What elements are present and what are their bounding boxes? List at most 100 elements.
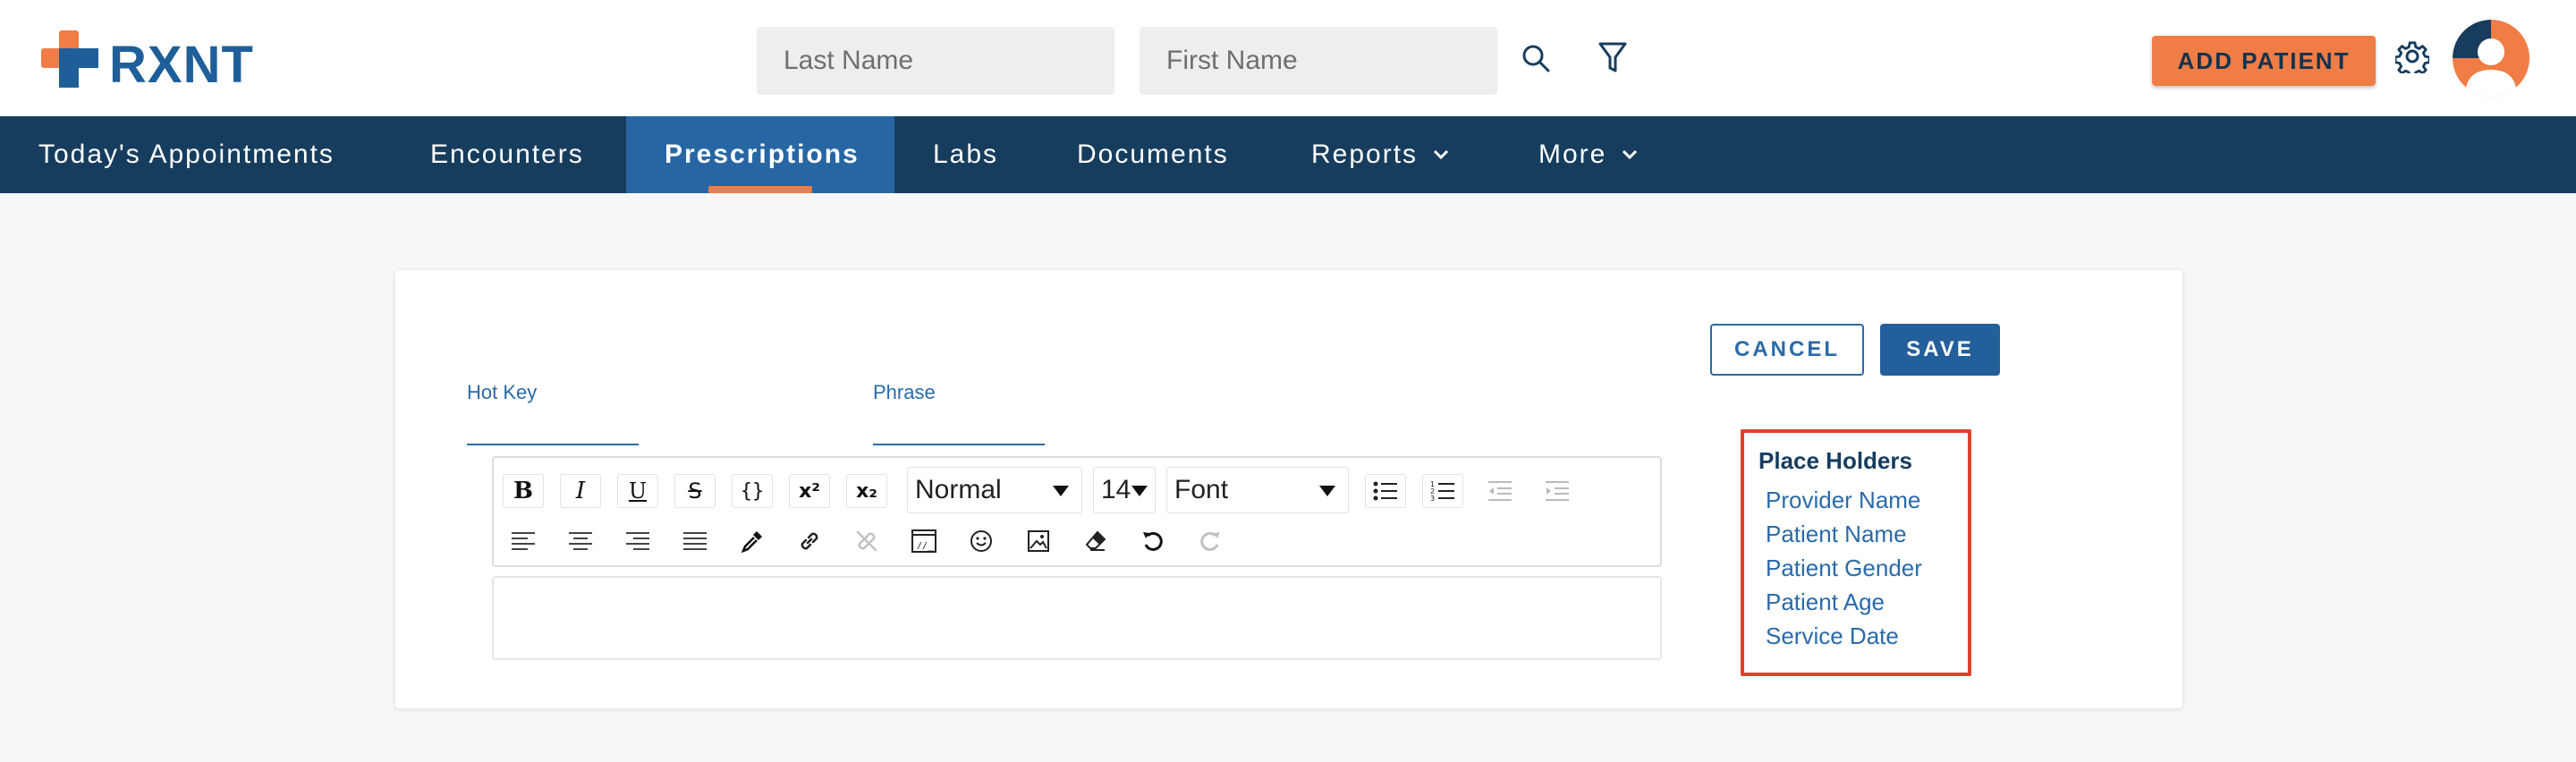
emoji-button[interactable] (961, 524, 1002, 558)
nav-item-reports[interactable]: Reports (1270, 116, 1503, 193)
logo-cross-icon (41, 30, 98, 88)
placeholder-patient-gender[interactable]: Patient Gender (1766, 555, 1922, 582)
save-button[interactable]: SAVE (1880, 324, 2000, 376)
caret-down-icon (1319, 486, 1335, 496)
indent-button[interactable] (1537, 474, 1578, 508)
editor-toolbar: B I U S {} x² x₂ Normal 14 Font 1 2 3 //… (492, 456, 1662, 567)
italic-icon: I (575, 478, 586, 504)
nav-item-label: Reports (1311, 140, 1419, 169)
font-size-value: 14 (1101, 475, 1131, 504)
editor-content-area[interactable] (492, 576, 1662, 660)
align-left-button[interactable] (503, 524, 544, 558)
nav-item-label: Prescriptions (665, 140, 860, 169)
logo-text: RXNT (109, 36, 254, 94)
user-avatar-icon (2453, 20, 2529, 97)
superscript-icon: x² (799, 479, 820, 503)
last-name-input[interactable] (757, 27, 1114, 95)
app-header: RXNT ADD PATIENT (0, 0, 2576, 116)
code-block-icon: {} (740, 479, 765, 503)
placeholders-panel: Place Holders Provider Name Patient Name… (1741, 429, 1971, 676)
font-family-select[interactable]: Font (1166, 467, 1349, 513)
align-center-button[interactable] (560, 524, 601, 558)
add-patient-button[interactable]: ADD PATIENT (2152, 36, 2376, 86)
clear-formatting-button[interactable] (1075, 524, 1116, 558)
placeholder-patient-age[interactable]: Patient Age (1766, 588, 1885, 616)
nav-item-label: More (1538, 140, 1607, 169)
placeholder-patient-name[interactable]: Patient Name (1766, 521, 1907, 548)
format-select[interactable]: Normal (907, 467, 1082, 513)
filter-button[interactable] (1590, 36, 1635, 80)
nav-item-more[interactable]: More (1503, 116, 1682, 193)
link-icon (801, 532, 818, 550)
source-code-icon: //_ (911, 529, 936, 553)
outdent-button[interactable] (1479, 474, 1521, 508)
placeholder-service-date[interactable]: Service Date (1766, 622, 1899, 650)
undo-icon (1143, 531, 1163, 551)
numbered-list-button[interactable]: 123 (1422, 474, 1463, 508)
phrase-input[interactable] (873, 444, 1045, 445)
nav-item-encounters[interactable]: Encounters (390, 116, 626, 193)
subscript-button[interactable]: x₂ (846, 474, 887, 508)
outdent-icon (1488, 481, 1512, 501)
nav-item-todays-appointments[interactable]: Today's Appointments (0, 116, 390, 193)
superscript-button[interactable]: x² (789, 474, 830, 508)
nav-item-prescriptions[interactable]: Prescriptions (626, 116, 894, 193)
color-picker-icon (741, 531, 762, 554)
nav-item-documents[interactable]: Documents (1038, 116, 1270, 193)
undo-button[interactable] (1132, 524, 1174, 558)
placeholders-title: Place Holders (1758, 447, 1912, 474)
settings-button[interactable] (2390, 34, 2435, 79)
nav-item-label: Today's Appointments (38, 140, 335, 169)
cancel-button[interactable]: CANCEL (1710, 324, 1864, 376)
bullet-list-icon (1373, 481, 1397, 501)
strikethrough-button[interactable]: S (674, 474, 716, 508)
search-button[interactable] (1513, 36, 1558, 80)
indent-icon (1546, 481, 1569, 501)
hot-key-input[interactable] (467, 444, 639, 445)
italic-button[interactable]: I (560, 474, 601, 508)
code-block-button[interactable]: {} (732, 474, 773, 508)
align-right-icon (626, 532, 649, 550)
nav-item-labs[interactable]: Labs (894, 116, 1038, 193)
unlink-icon (856, 530, 877, 552)
bullet-list-button[interactable] (1365, 474, 1406, 508)
emoji-icon (970, 530, 992, 552)
user-avatar[interactable] (2453, 20, 2529, 97)
gear-icon (2395, 41, 2429, 73)
color-picker-button[interactable] (732, 524, 773, 558)
unlink-button[interactable] (846, 524, 887, 558)
source-code-button[interactable]: //_ (903, 524, 945, 558)
link-button[interactable] (789, 524, 830, 558)
redo-icon (1200, 531, 1220, 551)
redo-button[interactable] (1190, 524, 1231, 558)
first-name-input[interactable] (1140, 27, 1497, 95)
nav-item-label: Labs (933, 140, 999, 169)
active-tab-indicator (708, 186, 812, 193)
phrase-label: Phrase (873, 381, 936, 403)
placeholder-provider-name[interactable]: Provider Name (1766, 487, 1920, 514)
subscript-icon: x₂ (856, 479, 877, 503)
align-left-icon (512, 532, 535, 550)
chevron-down-icon (1621, 148, 1639, 161)
nav-item-label: Documents (1077, 140, 1229, 169)
align-center-icon (569, 532, 592, 550)
caret-down-icon (1053, 486, 1069, 496)
bold-icon: B (513, 478, 533, 504)
svg-text://_: //_ (917, 541, 934, 551)
svg-text:3: 3 (1430, 495, 1435, 503)
rxnt-logo[interactable]: RXNT (41, 30, 265, 94)
align-justify-button[interactable] (674, 524, 716, 558)
align-right-button[interactable] (617, 524, 658, 558)
font-family-value: Font (1174, 475, 1229, 504)
underline-icon: U (628, 478, 648, 504)
image-icon (1028, 530, 1049, 552)
font-size-select[interactable]: 14 (1093, 467, 1156, 513)
image-button[interactable] (1018, 524, 1059, 558)
chevron-down-icon (1432, 148, 1450, 161)
clear-formatting-icon (1085, 530, 1106, 551)
underline-button[interactable]: U (617, 474, 658, 508)
phrase-editor-card: Hot Key Phrase CANCEL SAVE B I U S {} x²… (395, 270, 2182, 708)
caret-down-icon (1131, 486, 1148, 496)
nav-item-label: Encounters (430, 140, 584, 169)
bold-button[interactable]: B (503, 474, 544, 508)
